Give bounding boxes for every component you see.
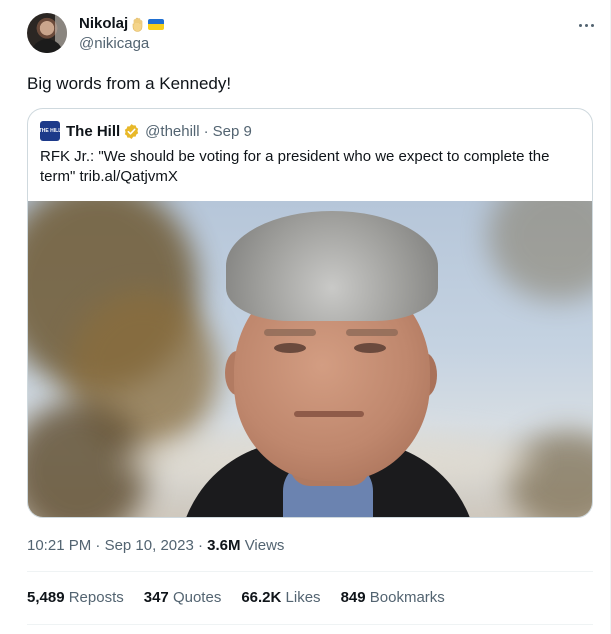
tweet-meta: 10:21 PM · Sep 10, 2023 · 3.6M Views [27, 536, 284, 556]
reposts-label: Reposts [68, 589, 124, 606]
engagement-stats: 5,489 Reposts 347 Quotes 66.2K Likes 849… [27, 588, 465, 608]
quoted-tweet-text: RFK Jr.: "We should be voting for a pres… [40, 148, 550, 185]
quotes-count: 347 [143, 589, 169, 606]
tweet-card: Nikolaj @nikicaga Big words from a Kenne… [0, 0, 611, 634]
tweet-header: Nikolaj @nikicaga [27, 13, 597, 57]
reposts-stat[interactable]: 5,489 Reposts [27, 588, 124, 608]
divider-bottom [27, 624, 593, 625]
quoted-separator: · [203, 122, 209, 140]
views-count: 3.6M [207, 537, 241, 554]
author-display-name-row[interactable]: Nikolaj [79, 14, 165, 34]
likes-count: 66.2K [241, 589, 282, 606]
verified-badge-icon [123, 123, 140, 140]
quoted-tweet[interactable]: THE HILL The Hill @thehill · Sep 9 RFK J… [27, 108, 593, 518]
ukraine-flag-icon [148, 18, 165, 30]
likes-stat[interactable]: 66.2K Likes [241, 588, 320, 608]
bookmarks-stat[interactable]: 849 Bookmarks [341, 588, 445, 608]
quoted-tweet-header: THE HILL The Hill @thehill · Sep 9 [39, 121, 252, 141]
quotes-label: Quotes [172, 589, 222, 606]
the-hill-logo: THE HILL [39, 121, 61, 141]
meta-separator-2: · [197, 537, 203, 554]
quoted-date[interactable]: Sep 9 [213, 123, 252, 140]
tweet-time[interactable]: 10:21 PM [27, 537, 91, 554]
views-label: Views [244, 537, 285, 554]
raised-hand-icon [132, 17, 143, 32]
tweet-date[interactable]: Sep 10, 2023 [105, 537, 194, 554]
bookmarks-count: 849 [340, 589, 366, 606]
quoted-author-name: The Hill [66, 122, 121, 140]
more-icon[interactable] [575, 15, 597, 35]
bookmarks-label: Bookmarks [369, 589, 445, 606]
quoted-photo[interactable] [28, 201, 592, 517]
likes-label: Likes [285, 589, 321, 606]
meta-separator: · [95, 537, 101, 554]
quoted-author-handle: @thehill [145, 122, 200, 140]
divider [27, 571, 593, 572]
author-display-name[interactable]: Nikolaj [79, 14, 128, 34]
author-names: Nikolaj @nikicaga [79, 14, 165, 54]
quotes-stat[interactable]: 347 Quotes [144, 588, 222, 608]
author-handle[interactable]: @nikicaga [79, 34, 164, 54]
reposts-count: 5,489 [27, 589, 65, 606]
author-avatar[interactable] [27, 13, 67, 53]
tweet-text: Big words from a Kennedy! [27, 74, 232, 93]
